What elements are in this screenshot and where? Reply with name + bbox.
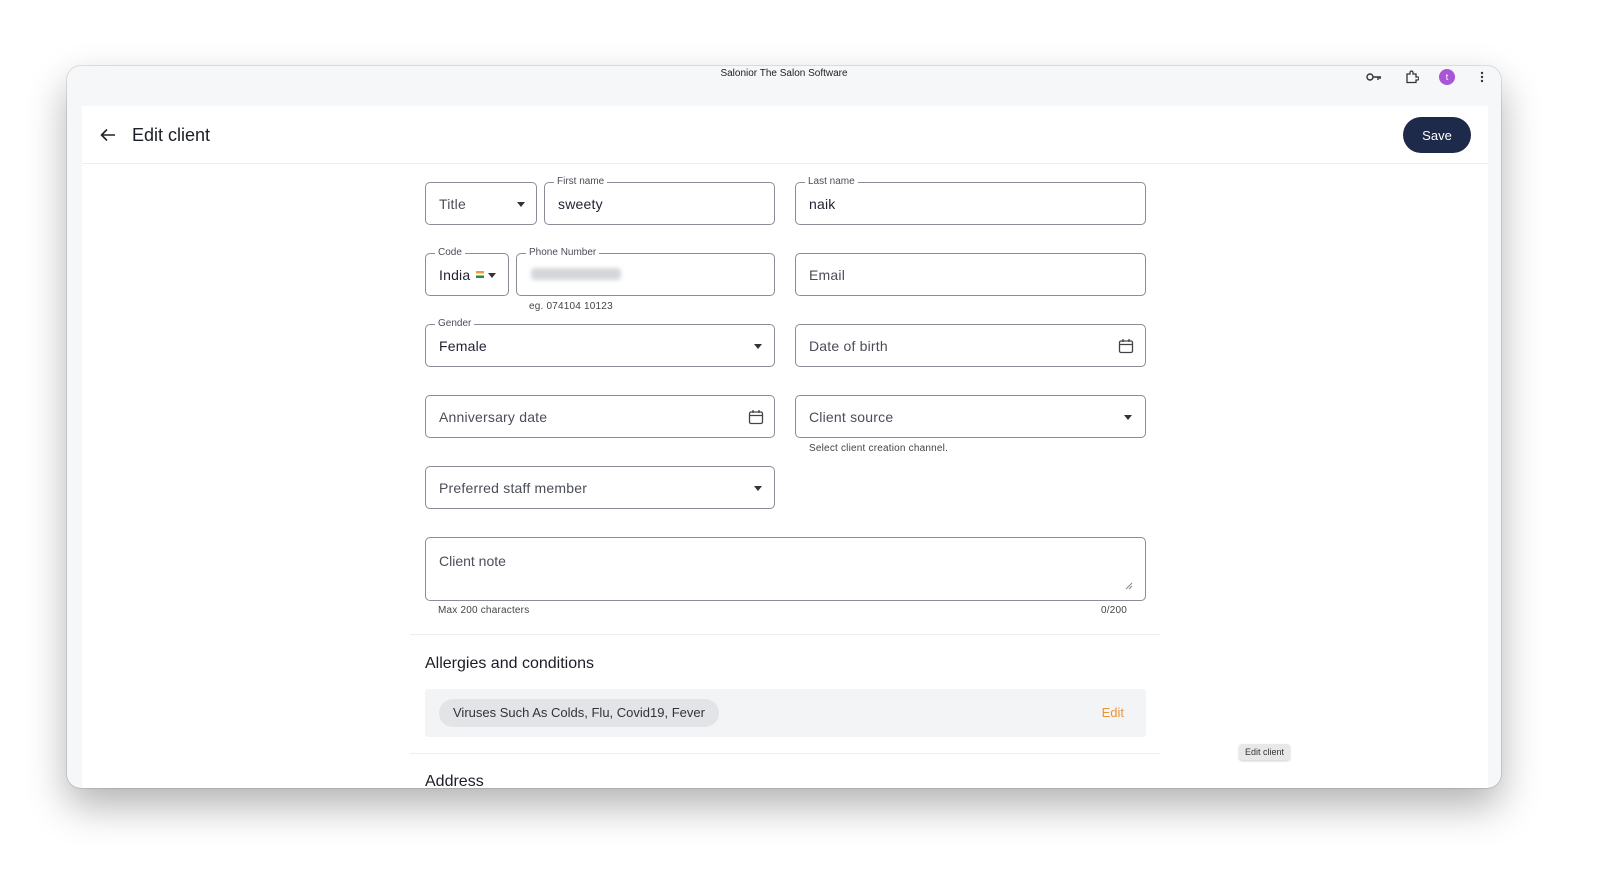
anniversary-date-field[interactable]: Anniversary date xyxy=(425,395,775,438)
phone-number-field[interactable]: Phone Number xyxy=(516,247,775,296)
chevron-down-icon xyxy=(754,344,762,349)
save-button[interactable]: Save xyxy=(1403,117,1471,153)
first-name-field[interactable]: First name sweety xyxy=(544,176,775,225)
resize-handle-icon[interactable] xyxy=(1125,582,1133,590)
gender-value: Female xyxy=(439,338,487,354)
chevron-down-icon xyxy=(517,202,525,207)
preferred-staff-select[interactable]: Preferred staff member xyxy=(425,466,775,509)
key-icon[interactable] xyxy=(1363,69,1385,85)
extensions-icon[interactable] xyxy=(1401,69,1423,85)
anniversary-placeholder: Anniversary date xyxy=(439,409,548,425)
section-divider xyxy=(410,753,1160,754)
allergies-title: Allergies and conditions xyxy=(425,655,594,672)
calendar-icon[interactable] xyxy=(1118,338,1134,354)
note-counter: 0/200 xyxy=(1101,605,1128,616)
last-name-label: Last name xyxy=(805,176,858,188)
dob-placeholder: Date of birth xyxy=(809,338,888,354)
country-code-select[interactable]: Code India xyxy=(425,247,509,296)
tooltip: Edit client xyxy=(1239,744,1291,760)
code-label: Code xyxy=(435,247,465,259)
client-note-textarea[interactable]: Client note xyxy=(425,537,1146,601)
calendar-icon[interactable] xyxy=(748,409,764,425)
section-divider xyxy=(410,634,1160,635)
staff-placeholder: Preferred staff member xyxy=(439,480,588,496)
india-flag-icon xyxy=(476,271,484,278)
app-window: Salonior The Salon Software t Edit clien… xyxy=(67,66,1501,788)
note-placeholder: Client note xyxy=(439,553,506,569)
gender-label: Gender xyxy=(435,318,475,330)
edit-client-card: Edit client Save Title First name sweety… xyxy=(82,106,1488,788)
profile-avatar[interactable]: t xyxy=(1439,69,1455,85)
title-bar: Salonior The Salon Software t xyxy=(67,66,1501,88)
code-value: India xyxy=(439,267,471,283)
gender-select[interactable]: Gender Female xyxy=(425,318,775,367)
client-source-helper: Select client creation channel. xyxy=(809,443,949,454)
back-arrow-icon[interactable] xyxy=(96,124,120,146)
email-field[interactable]: Email xyxy=(795,253,1146,296)
client-source-select[interactable]: Client source xyxy=(795,395,1146,438)
window-title: Salonior The Salon Software xyxy=(720,68,848,79)
page-header: Edit client Save xyxy=(82,106,1488,164)
title-placeholder: Title xyxy=(439,196,466,212)
chevron-down-icon xyxy=(1124,415,1132,420)
first-name-value: sweety xyxy=(558,196,603,212)
email-placeholder: Email xyxy=(809,267,846,283)
edit-allergies-link[interactable]: Edit xyxy=(1102,705,1124,720)
title-select[interactable]: Title xyxy=(425,182,537,225)
date-of-birth-field[interactable]: Date of birth xyxy=(795,324,1146,367)
address-title: Address xyxy=(425,773,484,788)
allergies-box: Viruses Such As Colds, Flu, Covid19, Fev… xyxy=(425,689,1146,737)
chevron-down-icon xyxy=(488,273,496,278)
phone-helper: eg. 074104 10123 xyxy=(529,301,613,312)
phone-label: Phone Number xyxy=(526,247,600,259)
last-name-value: naik xyxy=(809,196,836,212)
allergy-chip: Viruses Such As Colds, Flu, Covid19, Fev… xyxy=(439,699,719,727)
titlebar-icons: t xyxy=(1363,66,1493,88)
first-name-label: First name xyxy=(554,176,608,188)
note-helper: Max 200 characters xyxy=(438,605,530,616)
more-menu-icon[interactable] xyxy=(1471,69,1493,85)
client-source-placeholder: Client source xyxy=(809,409,894,425)
last-name-field[interactable]: Last name naik xyxy=(795,176,1146,225)
page-title: Edit client xyxy=(132,125,211,145)
phone-value-redacted xyxy=(531,268,621,280)
chevron-down-icon xyxy=(754,486,762,491)
